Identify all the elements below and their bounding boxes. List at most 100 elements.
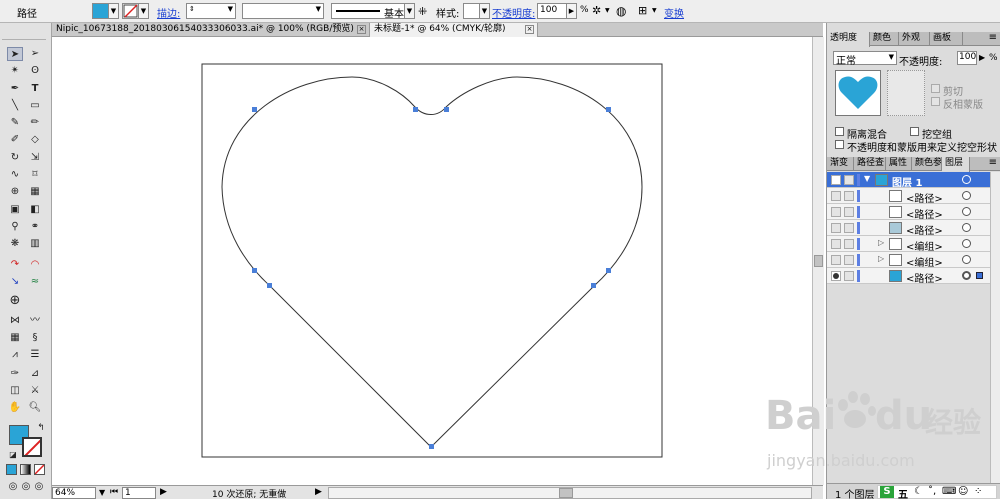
shape-builder-tool-icon[interactable]: ⊕ <box>7 185 23 199</box>
anchor-point-tool-icon[interactable]: ↘ <box>7 275 23 289</box>
measure-tool-icon[interactable]: ⊿ <box>27 367 43 381</box>
zoom-dropdown-icon[interactable]: ▼ <box>99 488 105 497</box>
grid-icon[interactable]: ⁜ <box>418 5 427 18</box>
zoom-select[interactable]: 64% <box>52 487 96 499</box>
ime-toolbar[interactable]: S 五 ☾ ˚, ⌨ ☺ ⁘ <box>877 485 997 501</box>
eraser-tool-icon[interactable]: ◇ <box>27 133 43 147</box>
invert-mask-checkbox[interactable] <box>931 97 940 106</box>
target-icon[interactable] <box>962 223 971 232</box>
eye-icon[interactable] <box>831 191 841 201</box>
anchor-point[interactable] <box>429 444 434 449</box>
tab-color[interactable]: 颜色 <box>870 32 899 46</box>
type-tool-icon[interactable]: T <box>27 82 43 96</box>
user-icon[interactable]: ☺ <box>958 486 968 497</box>
free-transform-tool-icon[interactable]: ⌑ <box>27 168 43 182</box>
tab-pathfinder[interactable]: 路径查 <box>854 157 886 171</box>
color-mode-button[interactable] <box>6 464 17 475</box>
knockout-group-checkbox[interactable] <box>910 127 919 136</box>
zoom-tool-icon[interactable]: 🔍︎ <box>27 401 43 415</box>
selection-tool-icon[interactable]: ➤ <box>7 47 23 61</box>
layer-row[interactable]: <路径> <box>827 188 994 205</box>
none-mode-button[interactable] <box>34 464 45 475</box>
isolate-blending-checkbox[interactable] <box>835 127 844 136</box>
tab-gradient[interactable]: 渐变 <box>827 157 854 171</box>
style-dropdown[interactable]: ▼ <box>479 3 490 19</box>
anchor-point[interactable] <box>252 107 257 112</box>
target-icon[interactable] <box>962 191 971 200</box>
eye-icon[interactable] <box>831 239 841 249</box>
target-icon[interactable] <box>962 207 971 216</box>
target-icon[interactable] <box>962 175 971 184</box>
artboard-tool-icon[interactable]: ◫ <box>7 384 23 398</box>
lock-icon[interactable] <box>844 223 854 233</box>
layer-row[interactable]: <路径> <box>827 268 994 285</box>
layer-row[interactable]: ▷ <编组> <box>827 252 994 269</box>
tab-appearance[interactable]: 外观 <box>899 32 930 46</box>
status-menu-icon[interactable]: ▶ <box>315 487 322 497</box>
globe-icon[interactable]: ◍ <box>616 4 626 18</box>
lock-icon[interactable] <box>844 271 854 281</box>
fill-color-swatch[interactable] <box>92 3 109 19</box>
draw-inside-icon[interactable]: ◎ <box>31 480 47 494</box>
paintbrush-tool-icon[interactable]: ✎ <box>7 116 23 130</box>
eyedropper-tool-icon[interactable]: ⚲ <box>7 220 23 234</box>
stroke-dropdown[interactable]: ▼ <box>138 3 149 19</box>
tab-layers[interactable]: 图层 <box>942 157 970 172</box>
opacity-arrow[interactable]: ▶ <box>566 3 577 19</box>
blend-mode-select[interactable]: 正常 ▼ <box>833 51 897 67</box>
stroke-weight-input[interactable]: ⇕ ▼ <box>186 3 236 19</box>
mask-thumbnail[interactable] <box>887 70 925 116</box>
anchor-point[interactable] <box>413 107 418 112</box>
scale-tool-icon[interactable]: ⇲ <box>27 151 43 165</box>
magic-wand-tool-icon[interactable]: ✴ <box>7 64 23 78</box>
anchor-point[interactable] <box>591 283 596 288</box>
rotate-tool-icon[interactable]: ↻ <box>7 151 23 165</box>
lock-icon[interactable] <box>844 239 854 249</box>
rectangle-tool-icon[interactable]: ▭ <box>27 99 43 113</box>
default-colors-icon[interactable]: ◪ <box>5 448 21 462</box>
opacity-input[interactable]: 100 <box>957 51 977 65</box>
opacity-mask-checkbox[interactable] <box>835 140 844 149</box>
blend-tool-icon[interactable]: ⚭ <box>27 220 43 234</box>
selection-indicator[interactable] <box>976 272 983 279</box>
stroke-link[interactable]: 描边: <box>157 5 180 20</box>
chevron-right-icon[interactable]: ▷ <box>878 238 884 247</box>
anchor-point[interactable] <box>252 268 257 273</box>
pen-tool-icon[interactable]: ✒ <box>7 82 23 96</box>
warp-tool-icon[interactable]: ∿ <box>7 168 23 182</box>
align-icon[interactable]: ⊞ <box>638 4 647 17</box>
gradient-mode-button[interactable] <box>20 464 31 475</box>
graph-tool-icon[interactable]: ⩘ <box>7 348 23 362</box>
layer-row[interactable]: <路径> <box>827 220 994 237</box>
lasso-tool-icon[interactable]: ʘ <box>27 64 43 78</box>
ime-logo-icon[interactable]: S <box>880 486 894 498</box>
clip-checkbox[interactable] <box>931 84 940 93</box>
smooth-tool-icon[interactable]: ≈ <box>27 275 43 289</box>
transform-link[interactable]: 变换 <box>664 5 684 20</box>
target-icon[interactable] <box>962 255 971 264</box>
curvature-tool-icon[interactable]: ↷ <box>7 258 23 272</box>
brush-dropdown[interactable]: ▼ <box>404 3 415 19</box>
eye-icon[interactable] <box>831 255 841 265</box>
horizontal-scrollbar[interactable] <box>328 487 812 499</box>
object-thumbnail[interactable] <box>835 70 881 116</box>
canvas[interactable] <box>52 37 823 485</box>
pencil-tool-icon[interactable]: ✏ <box>27 116 43 130</box>
panel-menu-icon[interactable]: ≡ <box>989 157 997 168</box>
opacity-arrow-icon[interactable]: ▶ <box>979 53 985 62</box>
layer-row[interactable]: ▷ <编组> <box>827 236 994 253</box>
tab-document-1[interactable]: Nipic_10673188_20180306154033306033.ai* … <box>52 23 370 37</box>
chevron-down-icon[interactable]: ▼ <box>605 7 610 14</box>
stroke-swatch[interactable] <box>22 437 42 457</box>
gradient-tool-icon[interactable]: ◧ <box>27 203 43 217</box>
width-tool-icon[interactable]: ◠ <box>27 258 43 272</box>
eye-icon[interactable] <box>831 175 841 185</box>
opacity-link[interactable]: 不透明度: <box>492 5 535 20</box>
chevron-right-icon[interactable]: ▷ <box>878 254 884 263</box>
stroke-color-swatch[interactable] <box>122 3 139 19</box>
artboard-select[interactable]: 1 <box>122 487 156 499</box>
layers-scrollbar[interactable] <box>990 172 1000 484</box>
column-graph-tool-icon[interactable]: ▥ <box>27 237 43 251</box>
direct-selection-tool-icon[interactable]: ➢ <box>27 47 43 61</box>
close-icon[interactable]: × <box>357 25 366 34</box>
